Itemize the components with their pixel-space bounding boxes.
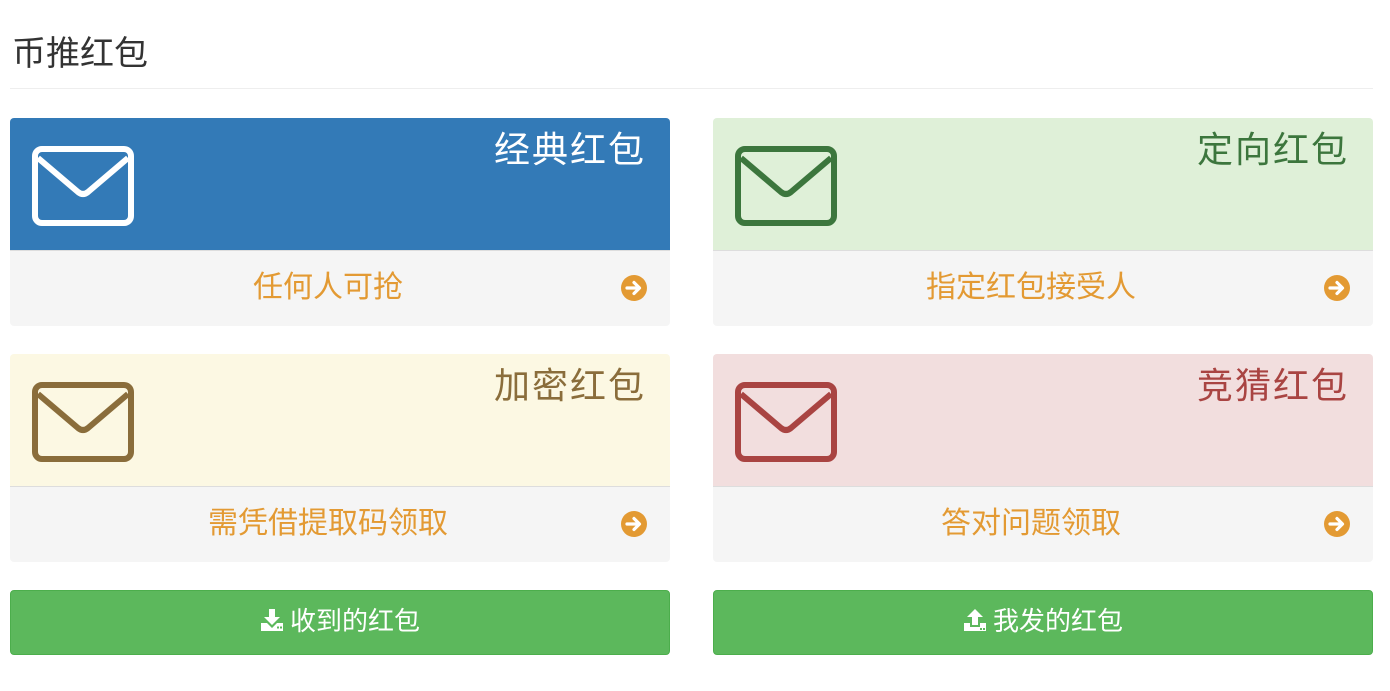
- panel-title: 竞猜红包: [1196, 366, 1349, 407]
- arrow-circle-right-icon: [621, 275, 647, 301]
- download-icon: [260, 609, 283, 631]
- arrow-circle-right-icon: [1324, 511, 1350, 537]
- panel-subtitle: 任何人可抢: [253, 270, 403, 305]
- encrypted-redpacket-panel[interactable]: 加密红包 需凭借提取码领取: [10, 354, 670, 562]
- envelope-icon: [735, 382, 837, 462]
- classic-redpacket-panel[interactable]: 经典红包 任何人可抢: [10, 118, 670, 326]
- envelope-icon: [32, 382, 134, 462]
- panel-title: 定向红包: [1196, 130, 1349, 171]
- panel-subtitle: 需凭借提取码领取: [208, 506, 448, 541]
- panel-heading: 竞猜红包: [713, 354, 1373, 486]
- panel-footer[interactable]: 需凭借提取码领取: [10, 486, 670, 562]
- upload-icon: [963, 609, 986, 631]
- button-label: 我发的红包: [992, 607, 1123, 637]
- button-label: 收到的红包: [289, 607, 420, 637]
- received-redpackets-button[interactable]: 收到的红包: [10, 590, 670, 655]
- panel-heading: 经典红包: [10, 118, 670, 250]
- sent-redpackets-button[interactable]: 我发的红包: [713, 590, 1373, 655]
- arrow-circle-right-icon: [1324, 275, 1350, 301]
- panel-footer[interactable]: 指定红包接受人: [713, 250, 1373, 326]
- panel-subtitle: 指定红包接受人: [926, 270, 1136, 305]
- panel-footer[interactable]: 答对问题领取: [713, 486, 1373, 562]
- envelope-icon: [32, 146, 134, 226]
- panel-footer[interactable]: 任何人可抢: [10, 250, 670, 326]
- quiz-redpacket-panel[interactable]: 竞猜红包 答对问题领取: [713, 354, 1373, 562]
- panel-subtitle: 答对问题领取: [941, 506, 1121, 541]
- targeted-redpacket-panel[interactable]: 定向红包 指定红包接受人: [713, 118, 1373, 326]
- envelope-icon: [735, 146, 837, 226]
- page-title: 币推红包: [12, 34, 148, 74]
- panel-title: 加密红包: [493, 366, 646, 407]
- panel-title: 经典红包: [493, 130, 646, 171]
- title-divider: [10, 88, 1373, 89]
- panel-heading: 定向红包: [713, 118, 1373, 250]
- panel-heading: 加密红包: [10, 354, 670, 486]
- arrow-circle-right-icon: [621, 511, 647, 537]
